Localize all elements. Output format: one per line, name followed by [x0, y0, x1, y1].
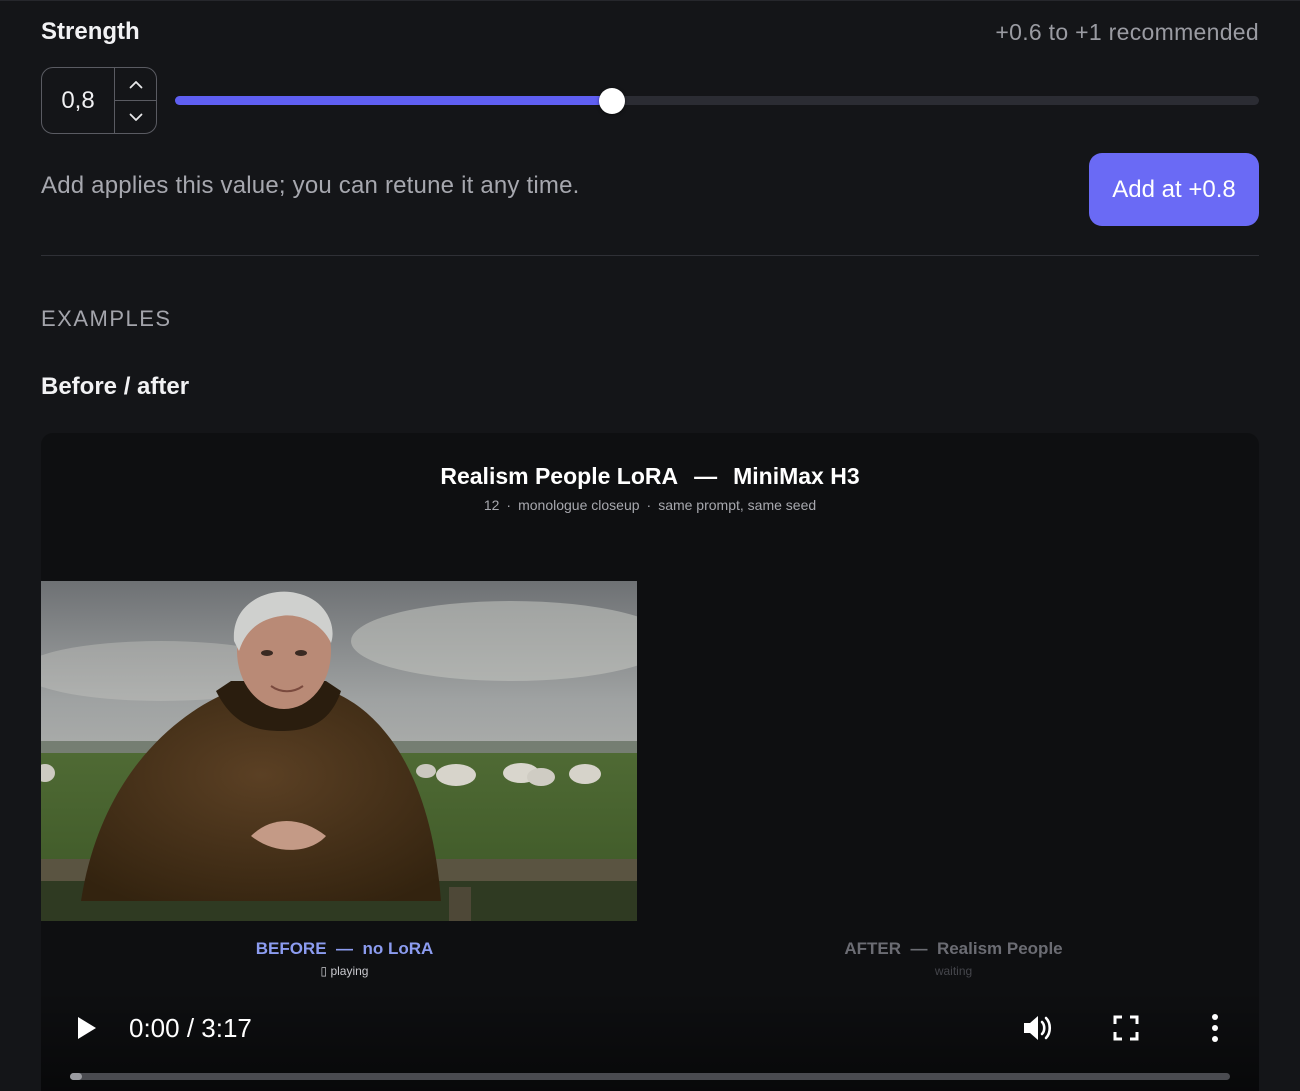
card-title: Realism People LoRA — MiniMax H3 — [41, 463, 1259, 490]
after-status: waiting — [934, 964, 973, 978]
top-border — [0, 0, 1300, 1]
meta-settings: same prompt, same seed — [658, 497, 817, 513]
fullscreen-icon — [1113, 1015, 1139, 1041]
volume-button[interactable] — [1021, 1012, 1055, 1044]
card-title-sep: — — [694, 463, 718, 489]
before-status: ▯ playing — [320, 964, 369, 978]
video-progress-bar[interactable] — [70, 1073, 1230, 1080]
apply-hint: Add applies this value; you can retune i… — [41, 172, 580, 199]
card-meta: 12 · monologue closeup · same prompt, same s… — [41, 497, 1259, 513]
before-after-heading: Before / after — [41, 373, 190, 400]
recommended-range: +0.6 to +1 recommended — [995, 18, 1259, 45]
before-label-title: BEFORE — [255, 939, 327, 958]
more-vert-icon — [1212, 1014, 1218, 1042]
slider-fill — [175, 96, 612, 105]
before-label-desc: no LoRA — [362, 939, 434, 958]
after-label-title: AFTER — [844, 939, 902, 958]
strength-header: Strength +0.6 to +1 recommended — [41, 14, 1259, 50]
volume-icon — [1024, 1016, 1052, 1040]
decrement-button[interactable] — [115, 100, 156, 133]
video-progress-fill — [70, 1073, 82, 1080]
strength-label: Strength — [41, 18, 140, 45]
meta-dot: · — [506, 497, 512, 513]
chevron-down-icon — [129, 113, 142, 121]
after-label-desc: Realism People — [936, 939, 1063, 958]
add-lora-button[interactable]: Add at +0.8 — [1089, 153, 1259, 226]
meta-dot: · — [646, 497, 652, 513]
before-label-sep: — — [336, 939, 353, 958]
video-controls: 0:00 / 3:17 — [41, 989, 1259, 1091]
stepper-buttons — [114, 68, 156, 133]
before-video-frame[interactable] — [41, 581, 637, 921]
fullscreen-button[interactable] — [1112, 1014, 1140, 1042]
after-label: AFTER — Realism People — [648, 939, 1259, 959]
after-label-sep: — — [910, 939, 928, 958]
play-button[interactable] — [73, 1013, 101, 1043]
slider-thumb[interactable] — [599, 88, 625, 114]
card-title-lora: Realism People LoRA — [440, 463, 679, 489]
meta-shot: monologue closeup — [518, 497, 640, 513]
meta-count: 12 — [483, 497, 500, 513]
video-still-image — [41, 581, 637, 921]
before-label: BEFORE — no LoRA — [41, 939, 648, 959]
strength-value-input[interactable]: 0,8 — [42, 68, 114, 133]
play-icon — [78, 1017, 96, 1039]
examples-section-label: EXAMPLES — [41, 306, 172, 331]
strength-slider[interactable] — [175, 88, 1259, 114]
comparison-card: Realism People LoRA — MiniMax H3 12 · monolo… — [41, 433, 1259, 1091]
strength-stepper[interactable]: 0,8 — [41, 67, 157, 134]
time-display: 0:00 / 3:17 — [129, 1013, 252, 1043]
card-title-model: MiniMax H3 — [733, 463, 860, 489]
increment-button[interactable] — [115, 68, 156, 100]
section-divider — [41, 255, 1259, 256]
more-options-button[interactable] — [1201, 1012, 1229, 1044]
chevron-up-icon — [129, 80, 142, 88]
